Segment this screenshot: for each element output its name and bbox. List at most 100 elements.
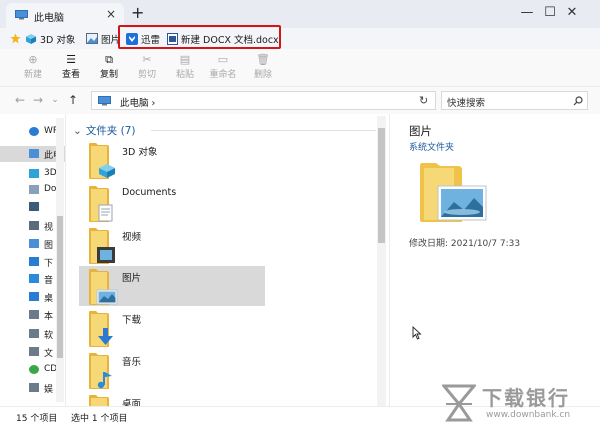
nav-item-label: 桌 (44, 294, 54, 304)
search-box[interactable]: 快速搜索 (441, 91, 588, 110)
view-button[interactable]: ☰ 查看 (54, 53, 88, 80)
drive-icon (29, 329, 39, 338)
nav-item-label: 3D (44, 168, 57, 178)
pc-icon (98, 96, 111, 106)
refresh-icon[interactable]: ↻ (419, 94, 428, 107)
address-bar[interactable]: 此电脑 › ↻ (91, 91, 436, 110)
copy-button[interactable]: ⧉ 复制 (92, 53, 126, 80)
folder-3d-icon (87, 142, 115, 179)
folder-pictures-icon (87, 268, 118, 305)
pc-icon (15, 10, 28, 20)
nav-item-label: 图 (44, 241, 54, 251)
nav-item-label: 视 (44, 223, 54, 233)
delete-label: 删除 (253, 70, 272, 80)
rename-label: 重命名 (209, 70, 237, 80)
view-lines-icon: ☰ (66, 53, 76, 66)
folder-item[interactable]: 桌面 (79, 392, 265, 406)
maximize-button[interactable]: ☐ (542, 5, 558, 21)
folder-item[interactable]: 3D 对象 (79, 140, 265, 180)
close-button[interactable]: ✕ (564, 5, 580, 21)
watermark-logo-icon (442, 384, 476, 422)
cloud-icon (29, 127, 39, 136)
preview-title: 图片 (409, 124, 432, 138)
favorite-3d-objects[interactable]: 3D 对象 (25, 31, 75, 46)
watermark-url: www.downbank.cn (486, 410, 571, 420)
nav-item-label: Do (44, 184, 57, 194)
nav-item-label: 娱 (44, 385, 54, 395)
command-toolbar: ⊕ 新建 ☰ 查看 ⧉ 复制 ✂ 剪切 ▤ 粘贴 ▭ 重命名 🗑 删除 (0, 49, 600, 87)
tab-close-icon[interactable]: × (106, 7, 116, 21)
group-header[interactable]: ⌄ 文件夹 (7) (73, 123, 136, 138)
tab-this-pc[interactable]: 此电脑 × (6, 3, 124, 28)
nav-item-label: 软 (44, 331, 54, 341)
highlight-box (118, 25, 281, 49)
modified-date: 修改日期: 2021/10/7 7:33 (409, 239, 521, 249)
nav-item-label: 文 (44, 349, 54, 359)
folder-music-icon (87, 352, 113, 389)
favorite-label: 3D 对象 (40, 34, 76, 46)
nav-item-label: 本 (44, 312, 54, 322)
group-label: 文件夹 (85, 125, 118, 137)
folder-name: 图片 (122, 273, 142, 284)
paste-label: 粘贴 (175, 70, 194, 80)
cut-button[interactable]: ✂ 剪切 (130, 53, 164, 80)
pictures-icon (29, 239, 39, 248)
search-placeholder: 快速搜索 (447, 98, 486, 109)
trash-icon: 🗑 (256, 53, 270, 66)
folder-name: 3D 对象 (122, 147, 158, 158)
cd-drive-icon (29, 365, 39, 374)
folder-name: 桌面 (122, 399, 142, 406)
drive-icon (29, 310, 39, 319)
documents-icon (29, 185, 39, 194)
folder-item[interactable]: Documents (79, 183, 265, 223)
drive-icon (29, 347, 39, 356)
search-icon[interactable] (573, 96, 583, 106)
folder-video-icon (87, 227, 115, 264)
content-scrollbar-thumb[interactable] (378, 128, 385, 243)
rename-button[interactable]: ▭ 重命名 (206, 53, 240, 80)
music-icon (29, 274, 39, 283)
pc-icon (29, 149, 39, 158)
cube-3d-icon (26, 33, 36, 44)
favorite-pictures[interactable]: 图片 (86, 31, 120, 46)
folder-content: ⌄ 文件夹 (7) 3D 对象 Documents 视频图片下载 音乐桌面 (67, 114, 389, 406)
preview-pane: 图片 系统文件夹 修改日期: 2021/10/7 7:33 (389, 114, 600, 406)
folder-item[interactable]: 下载 (79, 308, 265, 348)
chevron-down-icon: ⌄ (73, 125, 82, 137)
clipboard-icon: ▤ (179, 53, 191, 66)
new-tab-button[interactable]: + (131, 3, 144, 23)
folder-docs-icon (87, 185, 113, 222)
folder-item[interactable]: 图片 (79, 266, 265, 306)
tab-title: 此电脑 (34, 13, 64, 24)
favorites-bar: 3D 对象 图片 迅雷 新建 DOCX 文档.docx (0, 28, 600, 49)
forward-arrow-icon[interactable]: → (31, 93, 45, 107)
drive-icon (29, 383, 39, 392)
up-arrow-icon[interactable]: ↑ (66, 93, 80, 107)
pictures-folder-preview-icon (420, 163, 487, 222)
copy-icon: ⧉ (105, 53, 113, 66)
new-button[interactable]: ⊕ 新建 (16, 53, 50, 80)
phone-icon (29, 202, 39, 211)
recent-chevron-icon[interactable]: ⌄ (48, 95, 62, 105)
paste-button[interactable]: ▤ 粘贴 (168, 53, 202, 80)
folder-item[interactable]: 音乐 (79, 350, 265, 390)
video-icon (29, 221, 39, 230)
selected-count: 选中 1 个项目 (71, 414, 128, 424)
download-icon (29, 257, 39, 266)
folder-download-icon (87, 310, 113, 347)
group-divider (151, 130, 376, 131)
delete-button[interactable]: 🗑 删除 (246, 53, 280, 80)
back-arrow-icon[interactable]: ← (13, 93, 27, 107)
folder-item[interactable]: 视频 (79, 225, 265, 265)
nav-item-label: 音 (44, 276, 54, 286)
minimize-button[interactable]: — (519, 5, 535, 21)
folder-name: Documents (122, 187, 177, 198)
nav-scrollbar-thumb[interactable] (57, 216, 63, 358)
plus-circle-icon: ⊕ (28, 53, 38, 66)
nav-item-label: 下 (44, 259, 54, 269)
rename-icon: ▭ (217, 53, 229, 66)
favorites-star[interactable] (10, 31, 21, 46)
preview-subtitle: 系统文件夹 (409, 143, 455, 153)
new-label: 新建 (23, 70, 42, 80)
item-count: 15 个项目 (16, 414, 58, 424)
